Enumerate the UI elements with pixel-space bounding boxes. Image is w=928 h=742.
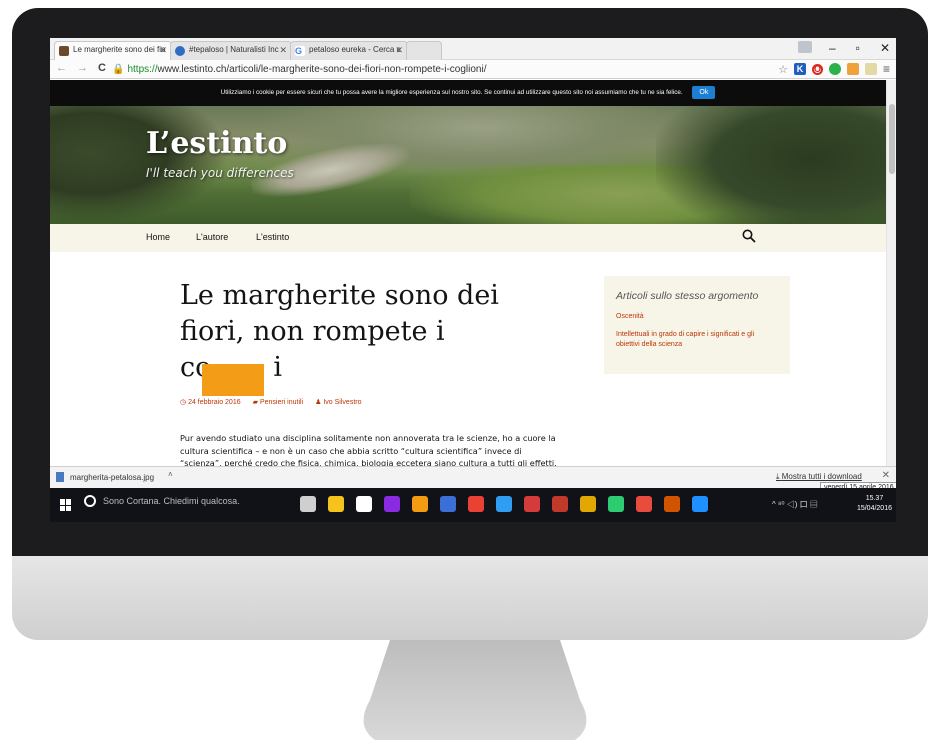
nav-buttons: ← → C: [56, 62, 106, 74]
address-bar[interactable]: 🔒 https://www.lestinto.ch/articoli/le-mar…: [112, 62, 756, 77]
scrollbar-thumb[interactable]: [889, 104, 895, 174]
site-tagline: I'll teach you differences: [146, 166, 294, 180]
widget-link-oscenita[interactable]: Oscenità: [616, 312, 778, 322]
monitor-mockup: Le margherite sono dei fio ✕ #tepaloso |…: [0, 0, 928, 742]
close-download-bar-icon[interactable]: ✕: [882, 470, 890, 481]
related-articles-widget: Articoli sullo stesso argomento Oscenità…: [604, 276, 790, 374]
taskbar-app-icon[interactable]: [300, 496, 316, 512]
cortana-search[interactable]: Sono Cortana. Chiedimi qualcosa.: [84, 495, 240, 507]
cortana-icon: [84, 495, 96, 507]
taskbar-app-icon[interactable]: [356, 496, 372, 512]
google-favicon-icon: G: [295, 46, 305, 56]
censor-bar: [202, 364, 264, 396]
squirrel-favicon-icon: [59, 46, 69, 56]
post-body: Pur avendo studiato una disciplina solit…: [180, 433, 557, 466]
calendar-extension-icon[interactable]: [846, 63, 859, 75]
maximize-icon[interactable]: ▫: [856, 41, 860, 55]
download-file-name: margherita-petalosa.jpg: [70, 472, 155, 482]
k-extension-icon[interactable]: K: [793, 63, 806, 75]
taskbar-app-icon[interactable]: [580, 496, 596, 512]
close-window-icon[interactable]: ✕: [880, 41, 890, 55]
header-banner: L’estinto I'll teach you differences: [50, 106, 886, 224]
widget-link-intellettuali[interactable]: Intellettuali in grado di capire i signi…: [616, 330, 778, 350]
taskbar-apps: [300, 496, 708, 512]
back-icon[interactable]: ←: [56, 62, 67, 74]
tab-google-search[interactable]: G petaloso eureka - Cerca c ✕: [290, 41, 408, 60]
page-viewport: Utilizziamo i cookie per essere sicuri c…: [50, 80, 896, 466]
nav-item-home[interactable]: Home: [146, 232, 170, 242]
tab-label: #tepaloso | Naturalisti Inc: [189, 45, 279, 54]
url-host-path: www.lestinto.ch/articoli/le-margherite-s…: [157, 64, 487, 75]
taskbar-app-icon[interactable]: [636, 496, 652, 512]
lock-icon: 🔒: [112, 64, 125, 75]
tab-lestinto[interactable]: Le margherite sono dei fio ✕: [54, 41, 172, 60]
opera-extension-icon[interactable]: O: [811, 63, 823, 75]
extension-icons: ☆ K O ≡: [778, 62, 890, 76]
cookie-ok-button[interactable]: Ok: [692, 85, 716, 99]
page-scrollbar[interactable]: [886, 80, 896, 466]
taskbar-app-icon[interactable]: [468, 496, 484, 512]
post-content: Le margherite sono dei fiori, non rompet…: [50, 252, 886, 466]
monitor-chin: [12, 556, 928, 640]
close-tab-icon[interactable]: ✕: [395, 45, 403, 56]
reload-icon[interactable]: C: [98, 62, 106, 74]
folder-icon: ▰: [252, 399, 260, 406]
new-tab-button[interactable]: [406, 41, 442, 60]
post-date[interactable]: ◷ 24 febbraio 2016: [180, 398, 241, 406]
clock-time: 15.37: [865, 495, 884, 502]
tab-label: Le margherite sono dei fio: [73, 45, 166, 54]
search-icon[interactable]: [742, 229, 756, 246]
post-meta: ◷ 24 febbraio 2016 ▰ Pensieri inutili ♟ …: [180, 398, 361, 406]
minimize-icon[interactable]: –: [829, 41, 836, 55]
taskbar-app-icon[interactable]: [496, 496, 512, 512]
taskbar-app-icon[interactable]: [328, 496, 344, 512]
taskbar-app-icon[interactable]: [664, 496, 680, 512]
windows-start-icon[interactable]: [60, 499, 72, 511]
monitor-stand: [330, 640, 620, 742]
cookie-banner: Utilizziamo i cookie per essere sicuri c…: [50, 80, 886, 106]
post-author[interactable]: ♟ Ivo Silvestro: [315, 398, 361, 406]
close-tab-icon[interactable]: ✕: [279, 45, 287, 56]
screen: Le margherite sono dei fio ✕ #tepaloso |…: [50, 38, 896, 522]
post-category[interactable]: ▰ Pensieri inutili: [253, 398, 304, 406]
tab-label: petaloso eureka - Cerca c: [309, 45, 401, 54]
close-tab-icon[interactable]: ✕: [159, 45, 167, 56]
cortana-placeholder: Sono Cortana. Chiedimi qualcosa.: [103, 496, 240, 506]
taskbar-app-icon[interactable]: [524, 496, 540, 512]
download-item[interactable]: margherita-petalosa.jpg: [56, 472, 154, 482]
taskbar-app-icon[interactable]: [384, 496, 400, 512]
taskbar-clock[interactable]: 15.37 15/04/2016: [857, 494, 892, 514]
clock-icon: ◷: [180, 399, 189, 406]
show-all-downloads-link[interactable]: ⤓ Mostra tutti i download: [776, 472, 862, 482]
taskbar-app-icon[interactable]: [440, 496, 456, 512]
taskbar-app-icon[interactable]: [412, 496, 428, 512]
widget-title: Articoli sullo stesso argomento: [616, 290, 759, 302]
evernote-extension-icon[interactable]: [828, 63, 841, 75]
wordpress-favicon-icon: [175, 46, 185, 56]
system-tray[interactable]: ^ ⁸⁰ ◁) 口 ▤: [772, 499, 818, 510]
site-title[interactable]: L’estinto: [146, 126, 287, 161]
download-options-icon[interactable]: ˄: [168, 470, 173, 479]
nav-item-lestinto[interactable]: L'estinto: [256, 232, 289, 242]
nav-item-lautore[interactable]: L'autore: [196, 232, 228, 242]
menu-icon[interactable]: ≡: [883, 62, 890, 76]
taskbar-app-icon[interactable]: [608, 496, 624, 512]
profile-icon[interactable]: [798, 41, 812, 53]
clock-date: 15/04/2016: [856, 505, 892, 512]
windows-taskbar: Sono Cortana. Chiedimi qualcosa. ^ ⁸⁰ ◁)…: [50, 488, 896, 522]
browser-toolbar: ← → C 🔒 https://www.lestinto.ch/articoli/…: [50, 60, 896, 79]
bookmark-star-icon[interactable]: ☆: [778, 63, 788, 76]
file-icon: [56, 472, 64, 482]
cookie-text: Utilizziamo i cookie per essere sicuri c…: [220, 89, 683, 96]
taskbar-app-icon[interactable]: [552, 496, 568, 512]
forward-icon[interactable]: →: [77, 62, 88, 74]
url-scheme: https://: [127, 64, 158, 75]
browser-tabbar: Le margherite sono dei fio ✕ #tepaloso |…: [50, 38, 896, 60]
taskbar-app-icon[interactable]: [692, 496, 708, 512]
site-navbar: Home L'autore L'estinto: [50, 224, 886, 252]
window-controls: – ▫ ✕: [829, 41, 890, 55]
notes-extension-icon[interactable]: [864, 63, 877, 75]
download-bar: margherita-petalosa.jpg ˄ ⤓ Mostra tutti…: [50, 466, 896, 488]
tab-naturalisti[interactable]: #tepaloso | Naturalisti Inc ✕: [170, 41, 292, 60]
